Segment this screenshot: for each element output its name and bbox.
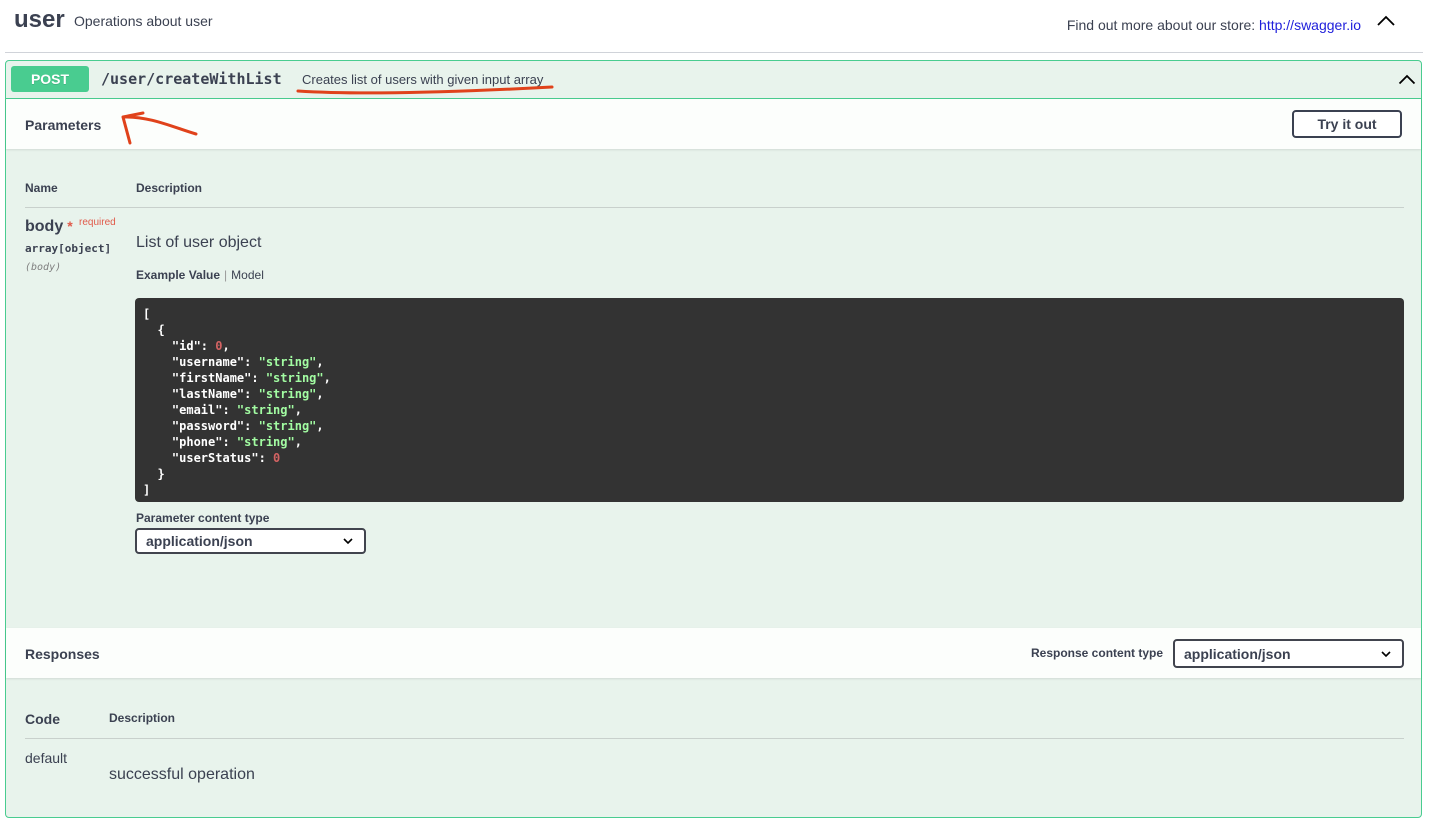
operation-path[interactable]: /user/createWithList	[101, 70, 282, 88]
external-docs: Find out more about our store: http://sw…	[1067, 17, 1361, 33]
operation-summary[interactable]: POST /user/createWithList Creates list o…	[6, 61, 1421, 99]
operation-block: POST /user/createWithList Creates list o…	[5, 60, 1422, 818]
tag-header[interactable]: user Operations about user Find out more…	[5, 0, 1423, 53]
tag-name[interactable]: user	[14, 6, 65, 34]
example-value-code[interactable]: [ { "id": 0, "username": "string", "firs…	[135, 298, 1404, 502]
tag-collapse-toggle[interactable]	[1373, 8, 1399, 34]
external-docs-prefix: Find out more about our store:	[1066, 17, 1256, 33]
chevron-up-icon	[1377, 15, 1395, 26]
param-description: List of user object	[136, 234, 262, 251]
response-content-type-label: Response content type	[1031, 646, 1164, 660]
chevron-down-icon	[1381, 651, 1391, 658]
param-table-divider	[25, 207, 1404, 208]
tab-model[interactable]: Model	[231, 268, 264, 282]
response-content-type-value: application/json	[1184, 646, 1291, 662]
response-content-type-select[interactable]: application/json	[1173, 639, 1404, 668]
param-col-description: Description	[136, 181, 203, 195]
parameters-title: Parameters	[25, 117, 102, 133]
chevron-down-icon	[343, 538, 353, 545]
response-code: default	[25, 750, 68, 766]
param-name-text: body	[25, 218, 64, 235]
operation-summary-text: Creates list of users with given input a…	[302, 72, 544, 87]
try-it-out-button[interactable]: Try it out	[1292, 110, 1402, 138]
parameter-content-type-select[interactable]: application/json	[135, 528, 366, 554]
tab-example-value[interactable]: Example Value	[136, 268, 220, 282]
param-type: array[object]	[25, 242, 112, 255]
responses-header: Responses Response content type applicat…	[6, 628, 1421, 678]
param-name: body *	[25, 218, 73, 236]
parameter-content-type-value: application/json	[146, 533, 253, 549]
external-docs-link[interactable]: http://swagger.io	[1259, 17, 1361, 33]
example-model-tabs: Example Value | Model	[136, 268, 264, 282]
response-col-description: Description	[109, 711, 176, 725]
operation-collapse-toggle[interactable]	[1395, 67, 1419, 91]
responses-title: Responses	[25, 646, 100, 662]
response-col-code: Code	[25, 711, 60, 727]
required-star: *	[67, 218, 73, 234]
tag-description: Operations about user	[74, 13, 213, 29]
required-label: required	[79, 217, 116, 228]
response-table-divider	[25, 738, 1404, 739]
response-description: successful operation	[109, 766, 255, 783]
param-col-name: Name	[25, 181, 58, 195]
chevron-up-icon	[1398, 74, 1416, 84]
parameters-header: Parameters Try it out	[6, 99, 1421, 149]
method-badge: POST	[11, 66, 89, 92]
parameter-content-type-label: Parameter content type	[136, 511, 270, 525]
tab-separator: |	[224, 268, 228, 282]
param-location: (body)	[25, 262, 62, 273]
